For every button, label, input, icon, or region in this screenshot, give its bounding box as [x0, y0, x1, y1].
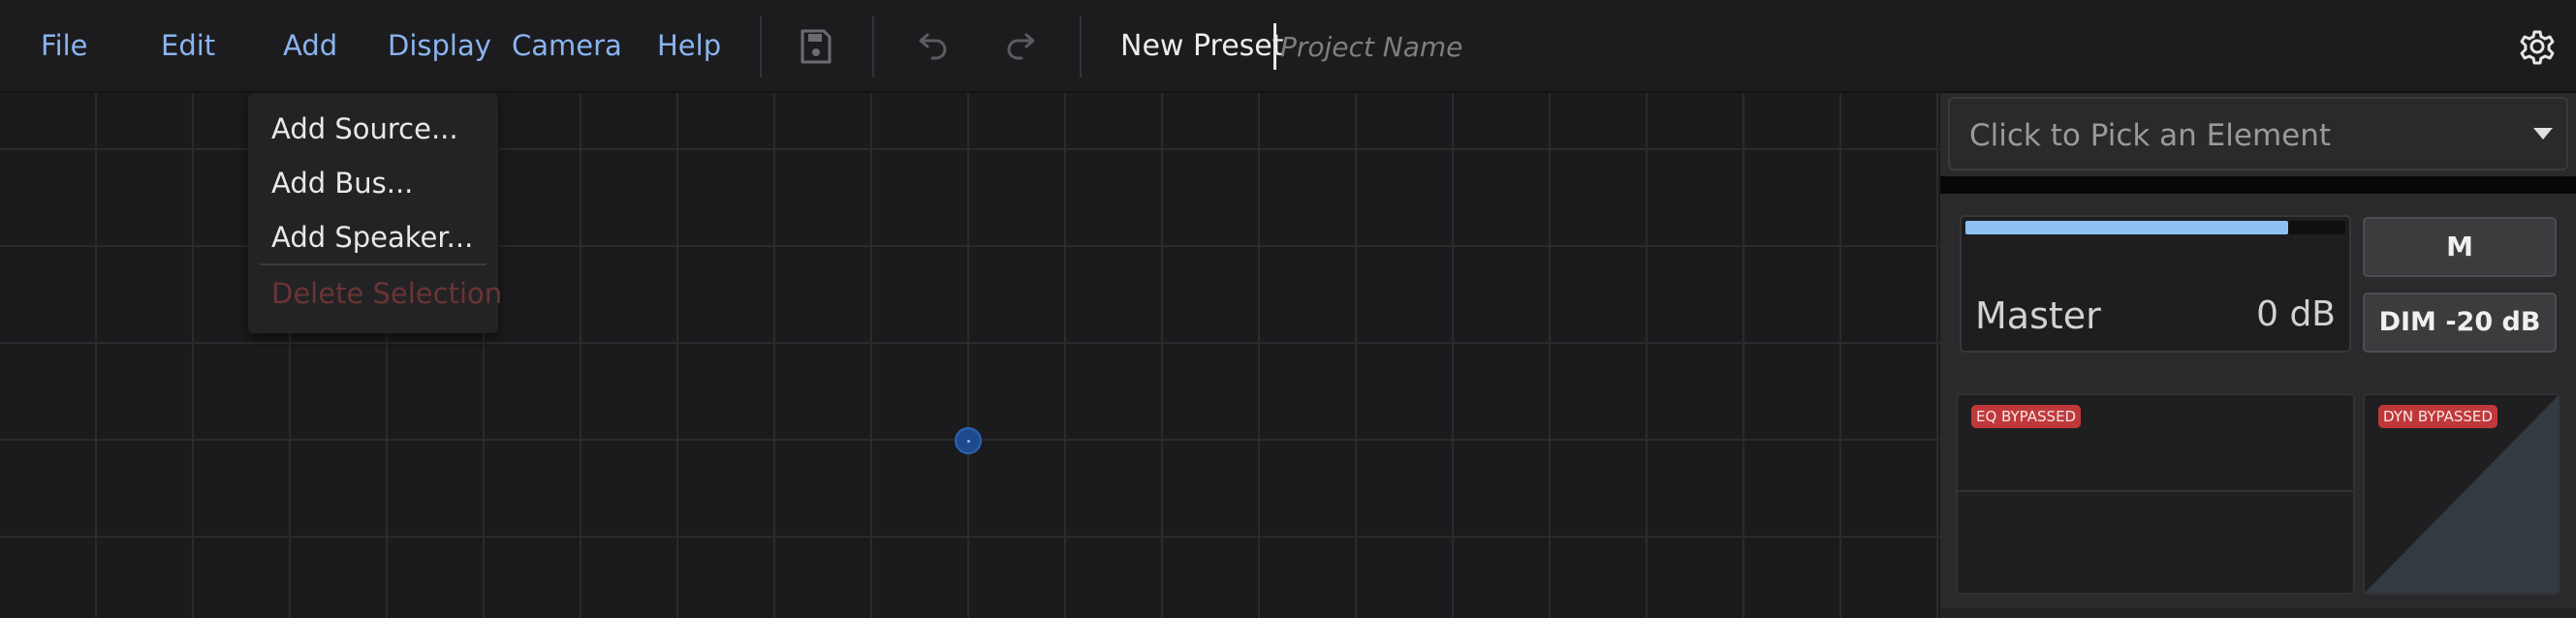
menubar: File Edit Add Display Camera Help New Pr…	[0, 0, 2576, 93]
master-fader[interactable]: Master 0 dB	[1960, 215, 2351, 353]
dim-button[interactable]: DIM -20 dB	[2363, 293, 2557, 353]
menu-camera[interactable]: Camera	[512, 29, 622, 62]
menu-file[interactable]: File	[41, 29, 88, 62]
panel-footer	[1940, 608, 2576, 618]
master-level-fill	[1965, 221, 2289, 234]
inspector-panel: Click to Pick an Element Master 0 dB M D…	[1940, 93, 2576, 618]
save-icon[interactable]	[795, 25, 837, 68]
chevron-down-icon	[2533, 128, 2553, 139]
dyn-bypassed-badge: DYN BYPASSED	[2378, 405, 2497, 428]
dynamics-preview[interactable]: DYN BYPASSED	[2363, 393, 2560, 595]
panel-divider	[1940, 176, 2576, 194]
add-speaker-item[interactable]: Add Speaker...	[271, 221, 473, 254]
master-level-meter	[1965, 221, 2345, 234]
menu-add[interactable]: Add	[283, 29, 337, 62]
menu-help[interactable]: Help	[657, 29, 721, 62]
menu-divider	[260, 263, 487, 265]
add-source-item[interactable]: Add Source...	[271, 112, 458, 145]
toolbar-divider	[1080, 15, 1082, 77]
menu-display[interactable]: Display	[388, 29, 491, 62]
toolbar-divider	[872, 15, 874, 77]
eq-zero-line	[1958, 490, 2353, 492]
menu-edit[interactable]: Edit	[161, 29, 215, 62]
delete-selection-item: Delete Selection	[271, 277, 503, 310]
master-label: Master	[1975, 294, 2101, 337]
add-bus-item[interactable]: Add Bus...	[271, 167, 413, 200]
mute-button[interactable]: M	[2363, 217, 2557, 277]
settings-gear-icon[interactable]	[2514, 23, 2560, 70]
add-menu-dropdown: Add Source... Add Bus... Add Speaker... …	[248, 93, 502, 333]
redo-icon[interactable]	[1002, 25, 1045, 68]
listener-position-marker[interactable]	[955, 427, 982, 454]
eq-preview[interactable]: EQ BYPASSED	[1956, 393, 2355, 595]
preset-name: New Preset	[1120, 29, 1284, 63]
project-name-input[interactable]	[1273, 23, 1668, 70]
element-picker-text: Click to Pick an Element	[1969, 118, 2332, 153]
eq-bypassed-badge: EQ BYPASSED	[1971, 405, 2082, 428]
toolbar-divider	[760, 15, 762, 77]
undo-icon[interactable]	[909, 25, 952, 68]
element-picker-dropdown[interactable]: Click to Pick an Element	[1948, 97, 2568, 170]
master-gain-value: 0 dB	[2256, 294, 2336, 334]
